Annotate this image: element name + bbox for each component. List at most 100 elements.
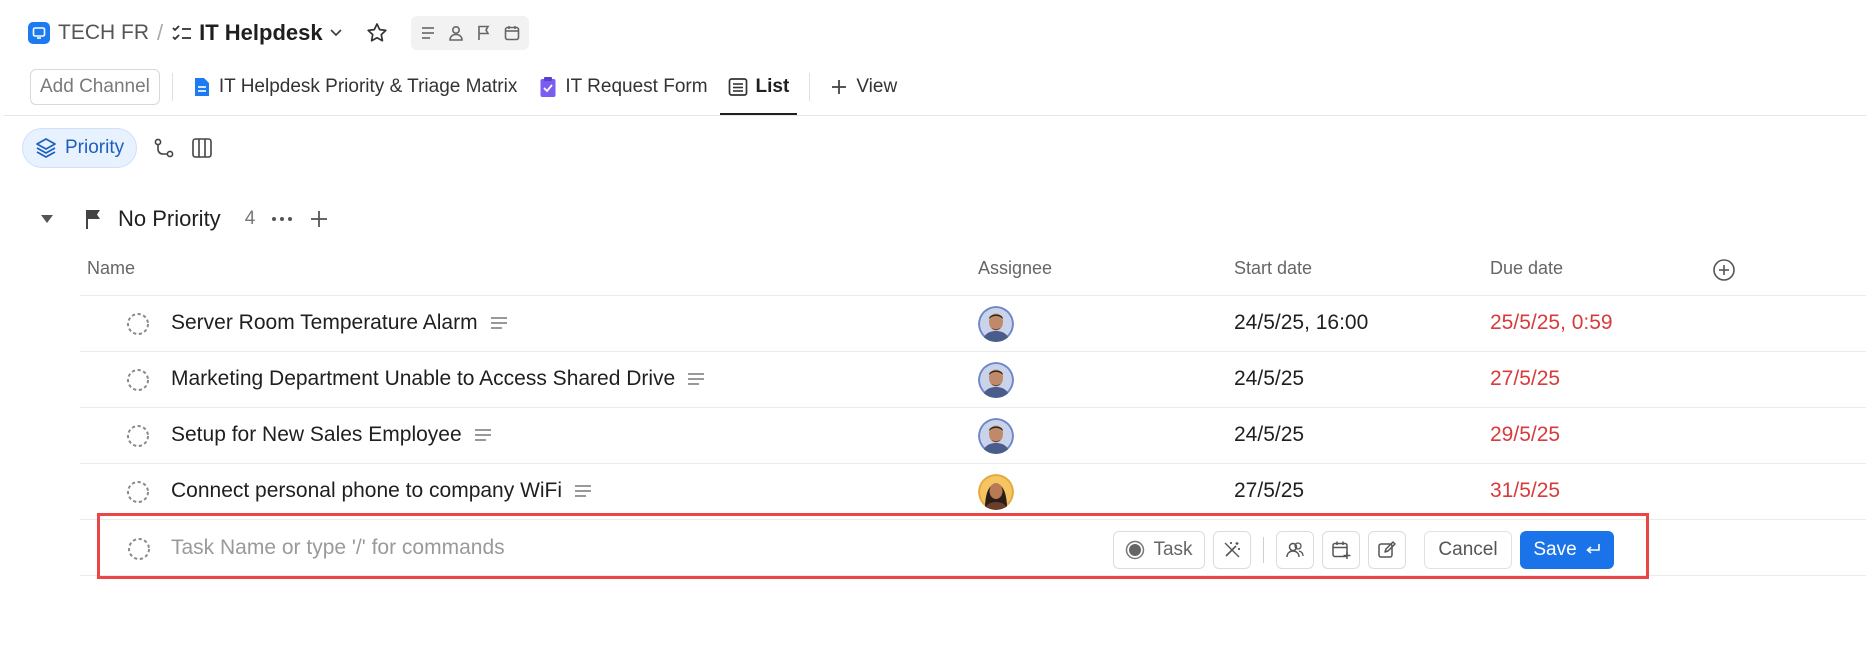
ai-magic-button[interactable] bbox=[1213, 531, 1251, 569]
start-date[interactable]: 24/5/25, 16:00 bbox=[1234, 311, 1368, 335]
start-date[interactable]: 24/5/25 bbox=[1234, 423, 1304, 447]
table-row[interactable]: Server Room Temperature Alarm 24/5/25, 1… bbox=[80, 296, 1866, 352]
breadcrumb-separator: / bbox=[157, 20, 164, 45]
flag-icon bbox=[84, 208, 104, 230]
workspace-name[interactable]: TECH FR bbox=[58, 21, 149, 45]
new-task-tools: Task Cancel Save bbox=[1113, 531, 1614, 569]
assignee-icon[interactable] bbox=[447, 24, 465, 42]
set-dates-button[interactable] bbox=[1322, 531, 1360, 569]
task-name[interactable]: Connect personal phone to company WiFi bbox=[171, 479, 592, 503]
group-by-priority-chip[interactable]: Priority bbox=[22, 128, 138, 168]
task-name[interactable]: Marketing Department Unable to Access Sh… bbox=[171, 367, 705, 391]
list-view-icon bbox=[728, 77, 748, 97]
cancel-button[interactable]: Cancel bbox=[1424, 531, 1512, 569]
list-toolbar: Priority bbox=[22, 128, 213, 168]
tabs-divider bbox=[171, 73, 173, 101]
group-count: 4 bbox=[244, 208, 256, 229]
tabs-underline-divider bbox=[4, 115, 1866, 116]
list-quick-tools bbox=[410, 16, 529, 50]
tab-label: IT Request Form bbox=[565, 76, 708, 97]
add-channel-button[interactable]: Add Channel bbox=[30, 69, 160, 105]
assign-button[interactable] bbox=[1276, 531, 1314, 569]
magic-wand-icon bbox=[1222, 540, 1242, 560]
add-view-button[interactable]: View bbox=[822, 68, 905, 106]
plus-icon bbox=[830, 78, 848, 96]
task-name-input[interactable]: Task Name or type '/' for commands bbox=[171, 536, 505, 560]
breadcrumb: TECH FR / IT Helpdesk bbox=[28, 16, 529, 50]
task-name[interactable]: Server Room Temperature Alarm bbox=[171, 311, 508, 335]
collapse-caret-icon[interactable] bbox=[40, 214, 54, 224]
column-header-assignee[interactable]: Assignee bbox=[978, 258, 1052, 279]
group-title: No Priority bbox=[118, 206, 221, 231]
calendar-add-icon bbox=[1331, 540, 1351, 560]
task-name-text: Server Room Temperature Alarm bbox=[171, 311, 478, 334]
status-circle-icon[interactable] bbox=[126, 312, 150, 336]
more-options-icon[interactable] bbox=[271, 216, 293, 222]
group-by-label: Priority bbox=[65, 137, 125, 158]
column-header-start-date[interactable]: Start date bbox=[1234, 258, 1312, 279]
workspace-icon[interactable] bbox=[28, 22, 50, 44]
add-assignee-icon bbox=[1285, 540, 1305, 560]
enter-key-icon bbox=[1585, 543, 1601, 557]
description-icon bbox=[687, 372, 705, 386]
task-name[interactable]: Setup for New Sales Employee bbox=[171, 423, 492, 447]
due-date[interactable]: 27/5/25 bbox=[1490, 367, 1560, 391]
status-circle-icon[interactable] bbox=[126, 424, 150, 448]
description-icon bbox=[574, 484, 592, 498]
avatar[interactable] bbox=[978, 474, 1014, 510]
tab-label: List bbox=[755, 76, 790, 97]
edit-icon bbox=[1377, 540, 1397, 560]
calendar-icon[interactable] bbox=[503, 24, 521, 42]
tab-list[interactable]: List bbox=[719, 68, 798, 116]
column-header-name[interactable]: Name bbox=[87, 258, 135, 279]
tab-triage-matrix[interactable]: IT Helpdesk Priority & Triage Matrix bbox=[185, 68, 525, 106]
edit-details-button[interactable] bbox=[1368, 531, 1406, 569]
task-type-button[interactable]: Task bbox=[1113, 531, 1205, 569]
add-view-label: View bbox=[856, 76, 898, 97]
add-task-plus-icon[interactable] bbox=[309, 209, 329, 229]
due-date[interactable]: 29/5/25 bbox=[1490, 423, 1560, 447]
star-icon[interactable] bbox=[365, 21, 389, 45]
table-row[interactable]: Setup for New Sales Employee 24/5/25 29/… bbox=[80, 408, 1866, 464]
task-name-text: Connect personal phone to company WiFi bbox=[171, 479, 563, 502]
start-date[interactable]: 27/5/25 bbox=[1234, 479, 1304, 503]
description-icon bbox=[490, 316, 508, 330]
save-button[interactable]: Save bbox=[1520, 531, 1614, 569]
description-icon bbox=[474, 428, 492, 442]
task-name-text: Setup for New Sales Employee bbox=[171, 423, 462, 446]
task-type-icon bbox=[1125, 540, 1145, 560]
flag-icon[interactable] bbox=[475, 24, 493, 42]
priority-group-header: No Priority 4 bbox=[40, 202, 329, 236]
due-date[interactable]: 25/5/25, 0:59 bbox=[1490, 311, 1613, 335]
due-date[interactable]: 31/5/25 bbox=[1490, 479, 1560, 503]
tab-label: IT Helpdesk Priority & Triage Matrix bbox=[218, 76, 518, 97]
avatar[interactable] bbox=[978, 362, 1014, 398]
tab-request-form[interactable]: IT Request Form bbox=[531, 68, 715, 106]
columns-icon[interactable] bbox=[191, 137, 213, 159]
description-icon[interactable] bbox=[419, 24, 437, 42]
table-row[interactable]: Marketing Department Unable to Access Sh… bbox=[80, 352, 1866, 408]
status-circle-icon[interactable] bbox=[126, 368, 150, 392]
avatar[interactable] bbox=[978, 306, 1014, 342]
view-tabs: Add Channel IT Helpdesk Priority & Triag… bbox=[30, 68, 905, 116]
avatar[interactable] bbox=[978, 418, 1014, 454]
status-circle-icon[interactable] bbox=[126, 480, 150, 504]
status-circle-icon[interactable] bbox=[127, 537, 151, 561]
subtasks-icon[interactable] bbox=[153, 137, 175, 159]
list-title[interactable]: IT Helpdesk bbox=[199, 20, 322, 46]
layers-icon bbox=[35, 137, 57, 159]
tools-divider bbox=[1263, 537, 1264, 563]
save-label: Save bbox=[1533, 539, 1577, 560]
task-type-label: Task bbox=[1153, 539, 1193, 560]
form-icon bbox=[539, 76, 557, 98]
table-row[interactable]: Connect personal phone to company WiFi 2… bbox=[80, 464, 1866, 520]
start-date[interactable]: 24/5/25 bbox=[1234, 367, 1304, 391]
chevron-down-icon[interactable] bbox=[329, 28, 343, 38]
column-header-due-date[interactable]: Due date bbox=[1490, 258, 1563, 279]
add-column-icon[interactable] bbox=[1712, 258, 1736, 282]
task-name-text: Marketing Department Unable to Access Sh… bbox=[171, 367, 676, 390]
doc-icon bbox=[193, 76, 211, 98]
checklist-icon bbox=[171, 23, 193, 43]
tabs-divider bbox=[809, 73, 811, 101]
new-task-editor[interactable]: Task Name or type '/' for commands Task … bbox=[97, 513, 1649, 579]
